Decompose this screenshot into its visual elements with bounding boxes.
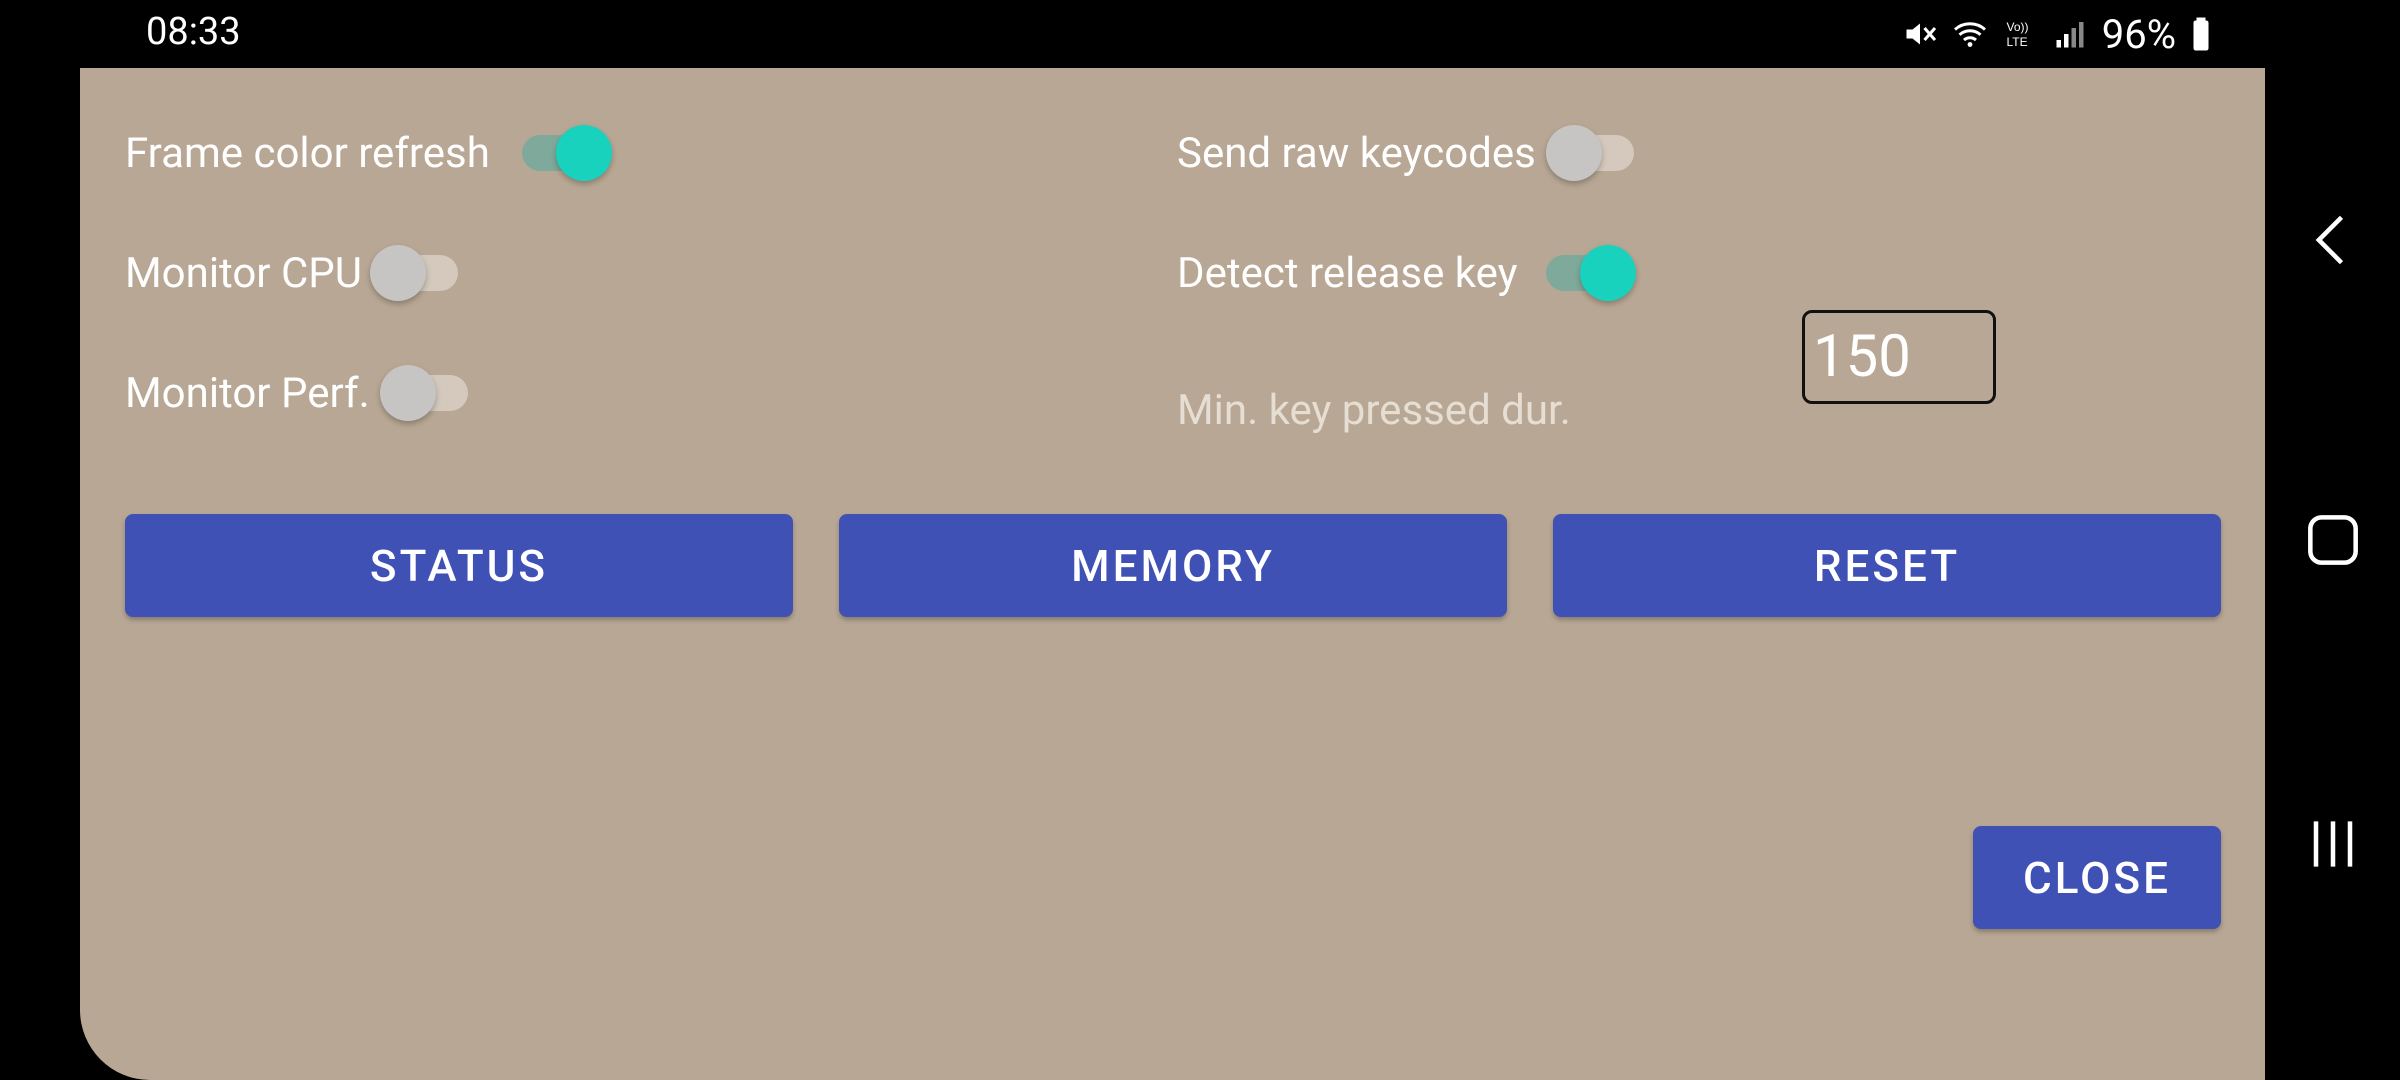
reset-button[interactable]: RESET xyxy=(1553,514,2221,617)
min-key-pressed-dur-label: Min. key pressed dur. xyxy=(1177,386,1571,435)
back-icon[interactable] xyxy=(2299,206,2367,274)
frame-color-refresh-label: Frame color refresh xyxy=(125,128,490,178)
wifi-icon xyxy=(1953,22,1986,47)
monitor-cpu-label: Monitor CPU xyxy=(125,248,363,298)
recents-icon[interactable] xyxy=(2299,810,2367,878)
setting-monitor-perf: Monitor Perf. xyxy=(125,358,476,428)
setting-monitor-cpu: Monitor CPU xyxy=(125,238,466,308)
memory-button[interactable]: MEMORY xyxy=(839,514,1507,617)
volte-icon: Vo)) LTE xyxy=(2006,20,2028,49)
mute-icon xyxy=(1906,23,1936,45)
send-raw-keycodes-label: Send raw keycodes xyxy=(1177,128,1536,178)
svg-text:Vo)): Vo)) xyxy=(2006,20,2028,34)
detect-release-key-label: Detect release key xyxy=(1177,248,1518,298)
frame-color-refresh-switch[interactable] xyxy=(520,118,616,188)
battery-icon xyxy=(2193,17,2209,51)
monitor-cpu-switch[interactable] xyxy=(370,238,466,308)
setting-detect-release-key: Detect release key xyxy=(1177,238,1642,308)
status-icons: Vo)) LTE 96% xyxy=(1902,10,2212,58)
svg-text:LTE: LTE xyxy=(2006,35,2027,49)
min-key-pressed-dur-input[interactable]: 150 xyxy=(1802,310,1996,404)
signal-icon xyxy=(2056,22,2084,48)
navigation-bar xyxy=(2265,0,2400,1080)
status-bar: 08:33 Vo)) LTE 96% xyxy=(0,0,2400,68)
status-button[interactable]: STATUS xyxy=(125,514,793,617)
status-time: 08:33 xyxy=(146,10,241,54)
home-icon[interactable] xyxy=(2299,506,2367,574)
settings-panel: Frame color refresh Monitor CPU Monitor … xyxy=(80,68,2265,1080)
detect-release-key-switch[interactable] xyxy=(1545,238,1642,308)
setting-frame-color-refresh: Frame color refresh xyxy=(125,118,616,188)
close-button[interactable]: CLOSE xyxy=(1973,826,2221,929)
monitor-perf-label: Monitor Perf. xyxy=(125,368,370,418)
monitor-perf-switch[interactable] xyxy=(379,358,476,428)
battery-percent: 96% xyxy=(2101,10,2176,58)
send-raw-keycodes-switch[interactable] xyxy=(1545,118,1642,188)
setting-send-raw-keycodes: Send raw keycodes xyxy=(1177,118,1642,188)
